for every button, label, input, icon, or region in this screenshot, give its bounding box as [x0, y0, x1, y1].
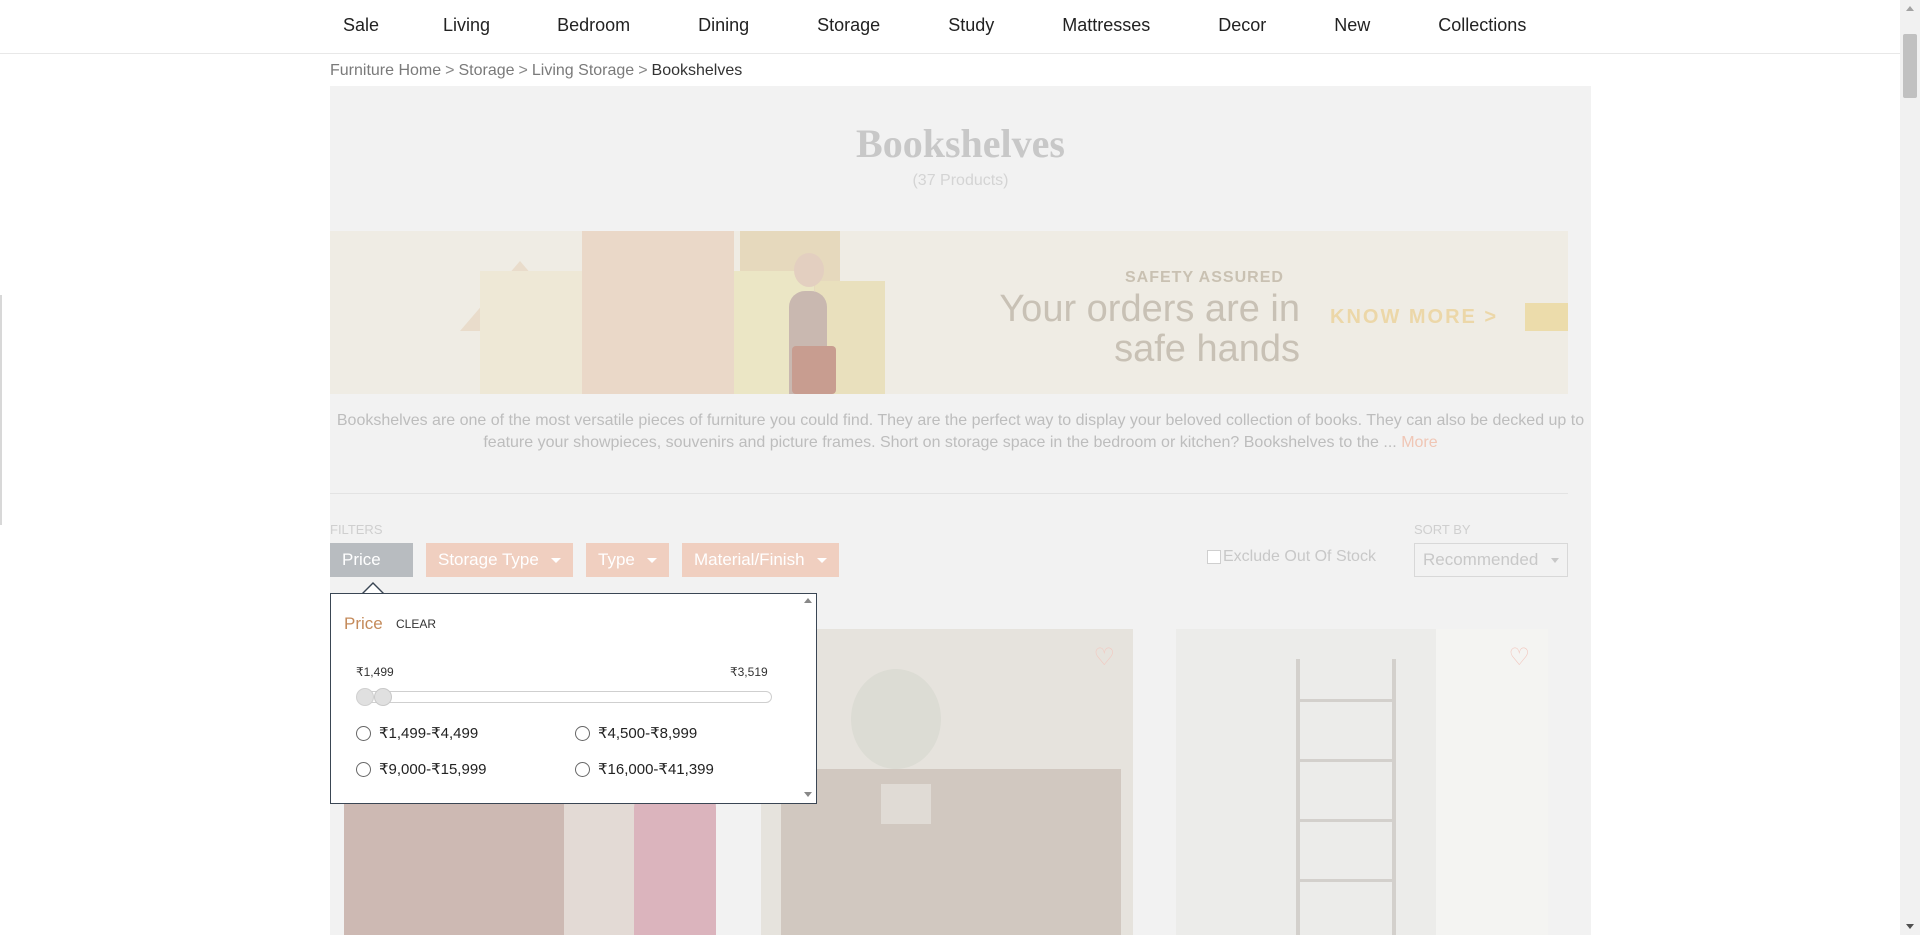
product-image	[1296, 659, 1396, 935]
breadcrumb: Furniture Home > Storage > Living Storag…	[330, 62, 742, 80]
price-option-label: ₹1,499-₹4,499	[379, 725, 479, 742]
filter-price-button[interactable]: Price	[330, 543, 413, 577]
price-slider-min-handle[interactable]	[356, 688, 374, 706]
box-illustration	[480, 271, 590, 394]
price-option[interactable]: ₹16,000-₹41,399	[575, 760, 714, 778]
filter-storage-type-button[interactable]: Storage Type	[426, 543, 573, 577]
breadcrumb-link-storage[interactable]: Storage	[459, 62, 515, 80]
filter-material-finish-label: Material/Finish	[694, 550, 805, 569]
price-slider-max-handle[interactable]	[374, 688, 392, 706]
filter-price-label: Price	[342, 550, 381, 569]
price-clear-button[interactable]: CLEAR	[396, 617, 436, 631]
nav-item-living[interactable]: Living	[443, 15, 490, 36]
page: Sale Living Bedroom Dining Storage Study…	[0, 0, 1920, 935]
price-option-label: ₹16,000-₹41,399	[598, 761, 714, 778]
filter-type-button[interactable]: Type	[586, 543, 669, 577]
price-option[interactable]: ₹4,500-₹8,999	[575, 724, 697, 742]
nav-item-decor[interactable]: Decor	[1218, 15, 1266, 36]
caret-down-icon	[646, 557, 657, 563]
product-image	[881, 784, 931, 824]
product-image	[344, 786, 564, 935]
radio-button[interactable]	[356, 761, 371, 777]
caret-down-icon	[816, 557, 827, 563]
radio-button[interactable]	[575, 761, 590, 777]
delivery-person-illustration	[792, 346, 836, 394]
heart-outline-icon[interactable]: ♡	[1508, 643, 1530, 672]
sort-by-select[interactable]: Recommended	[1414, 543, 1568, 577]
product-card[interactable]: ♡	[1176, 629, 1548, 935]
exclude-out-of-stock-toggle[interactable]: Exclude Out Of Stock	[1207, 548, 1376, 566]
banner-accent-box	[1525, 303, 1568, 331]
page-title: Bookshelves	[856, 121, 1065, 166]
top-navigation: Sale Living Bedroom Dining Storage Study…	[0, 0, 1900, 54]
breadcrumb-current: Bookshelves	[651, 62, 743, 79]
breadcrumb-separator: >	[518, 62, 528, 79]
exclude-out-of-stock-checkbox[interactable]	[1207, 550, 1221, 564]
filters-label: FILTERS	[330, 522, 383, 537]
scroll-down-icon[interactable]	[804, 792, 812, 797]
scroll-up-icon[interactable]	[1906, 6, 1914, 11]
scroll-down-icon[interactable]	[1906, 924, 1914, 929]
product-image	[851, 669, 941, 769]
caret-down-icon	[1551, 558, 1559, 563]
price-option[interactable]: ₹9,000-₹15,999	[356, 760, 487, 778]
banner-headline: Your orders are in safe hands	[930, 289, 1300, 369]
nav-item-sale[interactable]: Sale	[343, 15, 379, 36]
price-option[interactable]: ₹1,499-₹4,499	[356, 724, 478, 742]
breadcrumb-link-home[interactable]: Furniture Home	[330, 62, 441, 80]
price-slider-track[interactable]	[357, 691, 772, 703]
heart-outline-icon[interactable]: ♡	[1093, 643, 1115, 672]
radio-button[interactable]	[575, 725, 590, 741]
filter-storage-type-label: Storage Type	[438, 550, 539, 569]
product-count: (37 Products)	[912, 172, 1009, 189]
scrollbar-thumb[interactable]	[1903, 34, 1917, 98]
banner-headline-line1: Your orders are in	[999, 288, 1300, 330]
nav-item-dining[interactable]: Dining	[698, 15, 749, 36]
safety-banner[interactable]: SAFETY ASSURED Your orders are in safe h…	[330, 231, 1568, 394]
radio-button[interactable]	[356, 725, 371, 741]
caret-down-icon	[550, 557, 561, 563]
side-drawer-handle[interactable]	[0, 295, 2, 525]
nav-item-mattresses[interactable]: Mattresses	[1062, 15, 1150, 36]
price-filter-popup: Price CLEAR ₹1,499 ₹3,519 ₹1,499-₹4,499 …	[330, 593, 817, 804]
know-more-link[interactable]: KNOW MORE >	[1330, 306, 1498, 329]
banner-headline-line2: safe hands	[1114, 328, 1300, 370]
price-popup-title: Price	[344, 614, 383, 633]
breadcrumb-link-living-storage[interactable]: Living Storage	[532, 62, 634, 80]
price-max-value: ₹3,519	[730, 665, 768, 679]
filter-material-finish-button[interactable]: Material/Finish	[682, 543, 839, 577]
product-image	[1436, 629, 1548, 935]
filter-type-label: Type	[598, 550, 635, 569]
product-image	[634, 788, 716, 935]
price-option-label: ₹9,000-₹15,999	[379, 761, 487, 778]
divider	[330, 493, 1568, 494]
main-content: Bookshelves (37 Products) SAFETY ASSURED…	[330, 86, 1591, 935]
breadcrumb-separator: >	[638, 62, 648, 79]
product-card[interactable]	[344, 786, 716, 935]
delivery-person-illustration	[794, 253, 824, 287]
banner-kicker: SAFETY ASSURED	[1125, 269, 1284, 286]
description-text: Bookshelves are one of the most versatil…	[336, 412, 1585, 451]
nav-item-collections[interactable]: Collections	[1438, 15, 1526, 36]
page-scrollbar[interactable]	[1900, 0, 1920, 935]
scroll-up-icon[interactable]	[804, 598, 812, 603]
sort-by-label: SORT BY	[1414, 522, 1471, 537]
nav-item-study[interactable]: Study	[948, 15, 994, 36]
nav-item-new[interactable]: New	[1334, 15, 1370, 36]
product-image	[781, 769, 1121, 935]
nav-item-bedroom[interactable]: Bedroom	[557, 15, 630, 36]
category-description: Bookshelves are one of the most versatil…	[330, 410, 1591, 454]
nav-item-storage[interactable]: Storage	[817, 15, 880, 36]
box-illustration	[582, 231, 734, 394]
sort-by-value: Recommended	[1423, 550, 1539, 569]
price-option-label: ₹4,500-₹8,999	[598, 725, 698, 742]
price-min-value: ₹1,499	[356, 665, 394, 679]
description-more-link[interactable]: More	[1401, 434, 1437, 451]
breadcrumb-separator: >	[445, 62, 455, 79]
exclude-out-of-stock-label: Exclude Out Of Stock	[1223, 548, 1376, 565]
